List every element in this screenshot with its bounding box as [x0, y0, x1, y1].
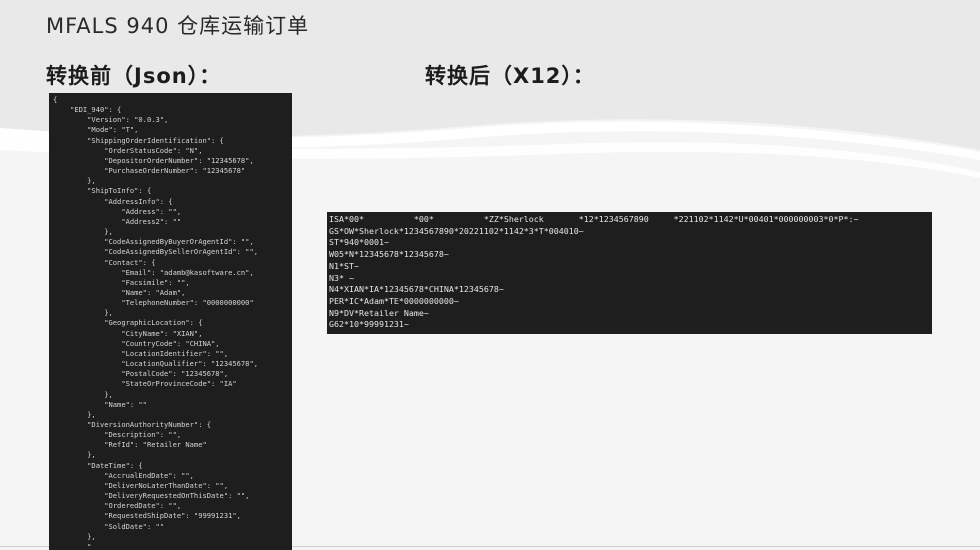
after-conversion-label: 转换后（X12）： — [425, 64, 595, 88]
x12-code-text: ISA*00* *00* *ZZ*Sherlock *12*1234567890… — [329, 214, 859, 330]
json-code-panel: { "EDI_940": { "Version": "0.0.3", "Mode… — [49, 93, 292, 550]
json-code-text: { "EDI_940": { "Version": "0.0.3", "Mode… — [53, 95, 258, 550]
before-conversion-label: 转换前（Json）： — [46, 64, 222, 88]
slide-title: MFALS 940 仓库运输订单 — [46, 14, 310, 38]
x12-code-panel: ISA*00* *00* *ZZ*Sherlock *12*1234567890… — [327, 212, 932, 334]
